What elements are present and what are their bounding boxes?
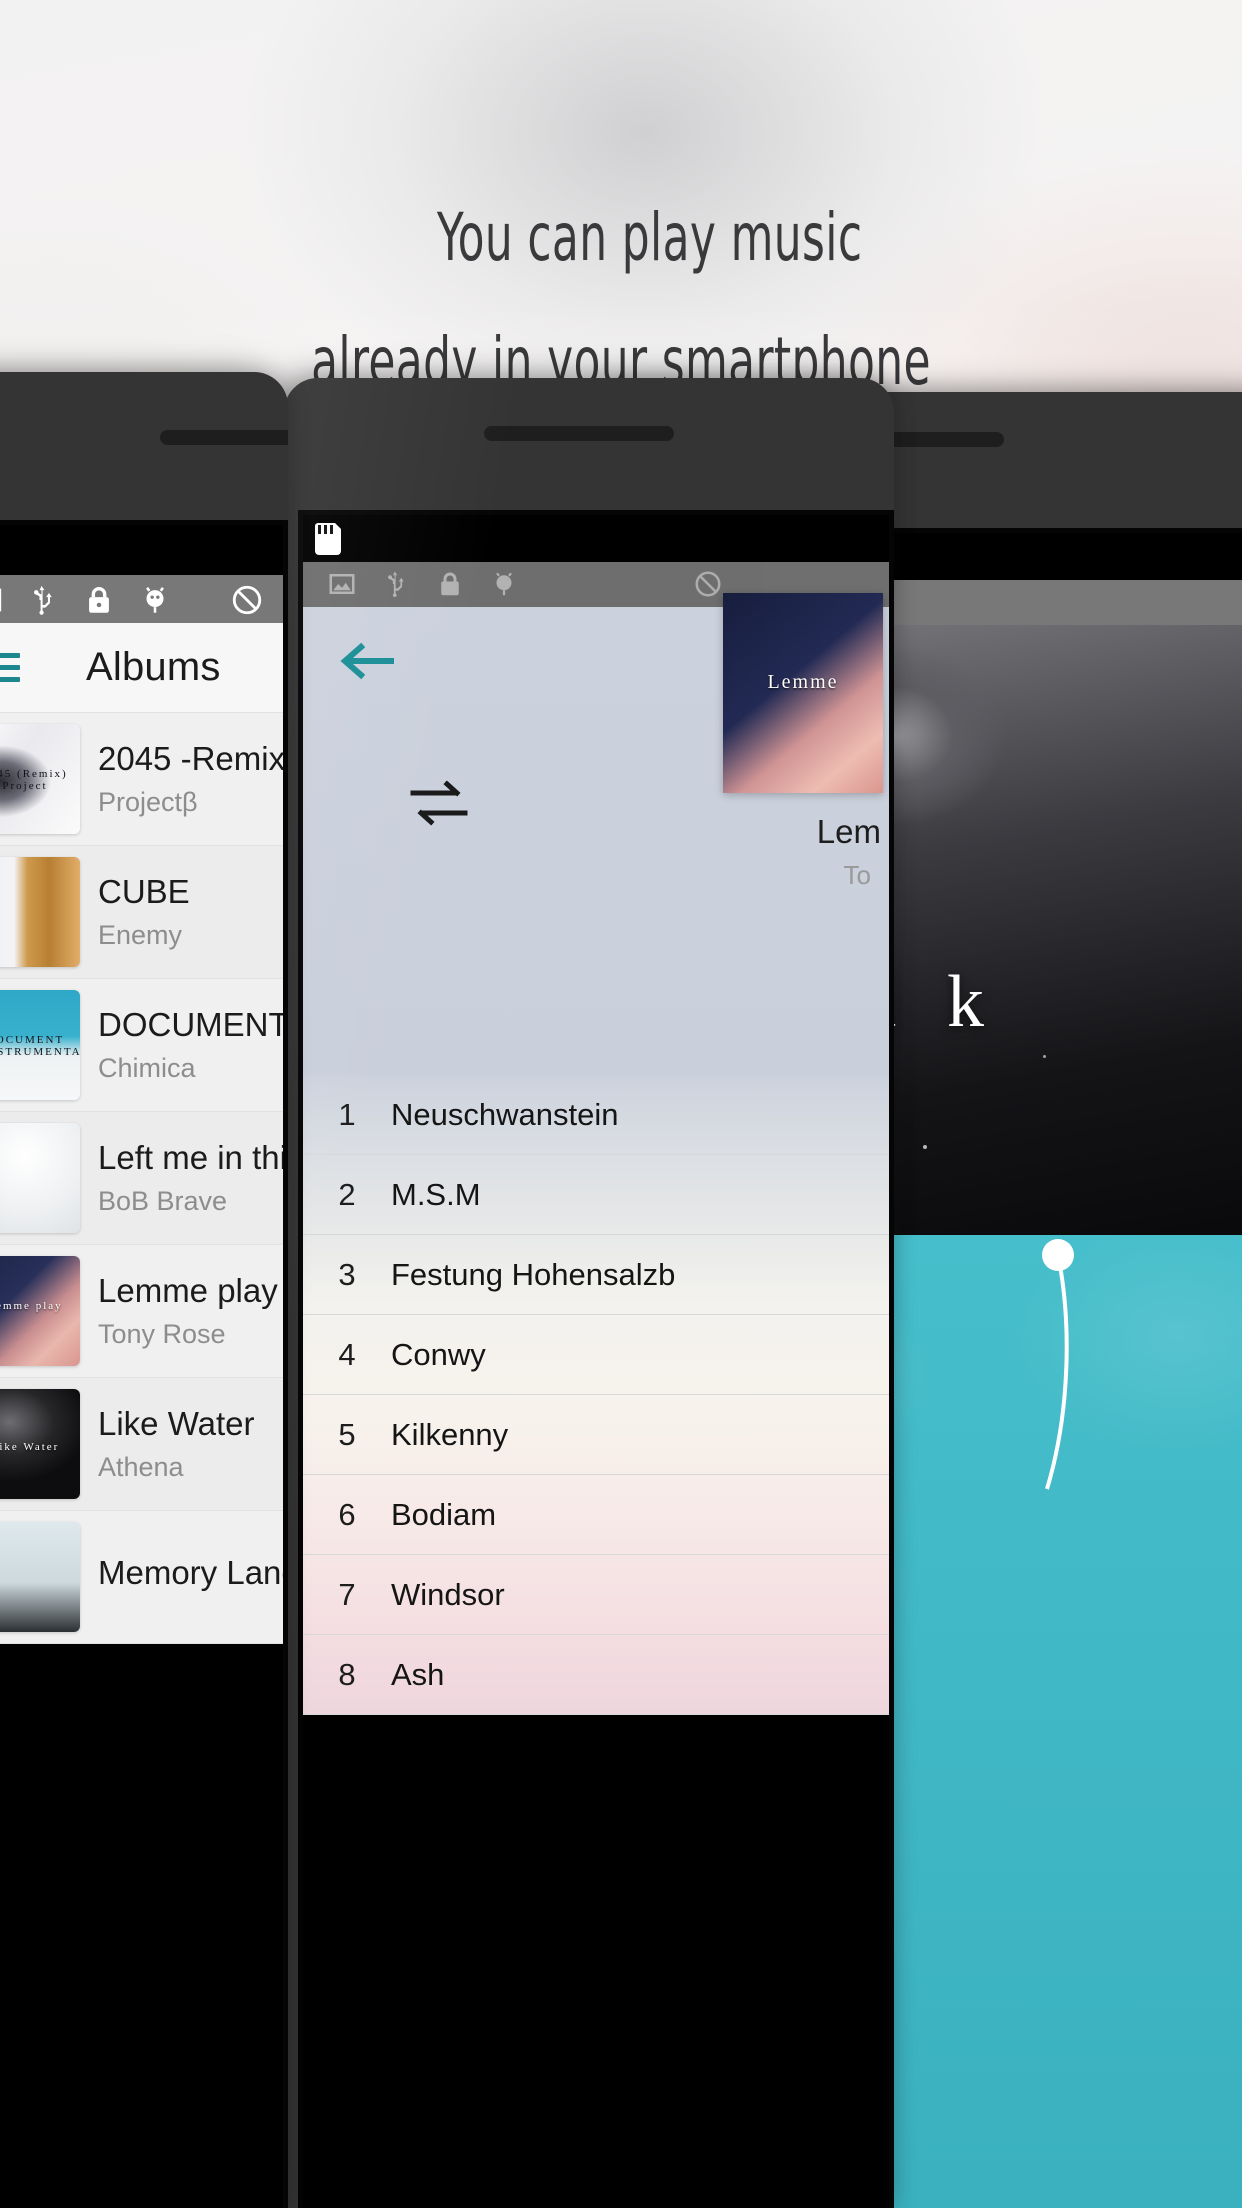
album-text: Memory Lane [98, 1554, 283, 1601]
track-number: 8 [338, 1656, 356, 1692]
track-row[interactable]: 1 Neuschwanstein [303, 1075, 889, 1155]
list-item[interactable]: 2045 (Remix) Project 2045 -Remix- Projectβ [0, 713, 283, 846]
track-name: Bodiam [391, 1496, 497, 1532]
headline-line-1: You can play music [436, 199, 863, 276]
track-row[interactable]: 8 Ash [303, 1635, 889, 1715]
android-icon [146, 587, 164, 613]
album-artist: Projectβ [98, 787, 198, 817]
track-row[interactable]: 3 Festung Hohensalzb [303, 1235, 889, 1315]
album-title: Lem [816, 813, 881, 850]
artwork-label: Like Water [0, 1441, 60, 1453]
album-title: Like Water [98, 1405, 255, 1442]
album-title: Memory Lane [98, 1553, 283, 1591]
app-bar-title: Albums [86, 645, 221, 689]
app-bar: Albums [0, 623, 283, 713]
album-text: Left me in this to BoB Brave [98, 1139, 283, 1217]
album-text: CUBE Enemy [98, 873, 190, 951]
no-sound-icon [695, 571, 721, 597]
track-number: 1 [338, 1096, 356, 1132]
album-text: 2045 -Remix- Projectβ [98, 740, 283, 818]
album-text: Lemme play Tony Rose [98, 1272, 278, 1350]
image-icon [0, 588, 2, 612]
sd-card-icon [315, 522, 342, 555]
track-number: 3 [338, 1256, 356, 1292]
track-name: Ash [391, 1656, 445, 1692]
track-row[interactable]: 2 M.S.M [303, 1155, 889, 1235]
album-list: 2045 (Remix) Project 2045 -Remix- Projectβ… [0, 713, 283, 1644]
phone-mockup-album: Lemme Lem To 1 Neuschwanstein 2 M.S.M 3 Festu… [284, 378, 894, 2208]
album-title: Left me in this to [98, 1139, 283, 1176]
hamburger-menu-icon[interactable] [0, 646, 20, 689]
list-item[interactable]: Lemme play Lemme play Tony Rose [0, 1245, 283, 1378]
album-artist: Chimica [98, 1053, 196, 1083]
list-item[interactable]: Memory Lane [0, 1511, 283, 1644]
track-name: Festung Hohensalzb [391, 1256, 676, 1292]
track-row[interactable]: 4 Conwy [303, 1315, 889, 1395]
artwork-label: DOCUMENT (INSTRUMENTAL) [0, 1034, 80, 1058]
album-artist: Athena [98, 1452, 184, 1482]
list-item[interactable]: Like Water Like Water Athena [0, 1378, 283, 1511]
track-row[interactable]: 6 Bodiam [303, 1475, 889, 1555]
track-name: Conwy [391, 1336, 486, 1372]
notification-bar [0, 575, 283, 623]
track-row[interactable]: 7 Windsor [303, 1555, 889, 1635]
album-artwork: 2045 (Remix) Project [0, 724, 80, 834]
lock-icon [441, 572, 459, 596]
artwork-label: 2045 (Remix) Project [0, 768, 68, 792]
phone-mockup-albums-list: Albums 2045 (Remix) Project 2045 -Remix- P… [0, 372, 288, 2208]
list-item[interactable]: DOCUMENT (INSTRUMENTAL) DOCUMENT -INS Chim… [0, 979, 283, 1112]
album-artwork: Lemme [723, 593, 883, 793]
system-status-bar [0, 525, 283, 575]
phone-screen-album: Lemme Lem To 1 Neuschwanstein 2 M.S.M 3 Festu… [303, 515, 889, 2208]
track-name: Kilkenny [391, 1416, 509, 1452]
no-sound-icon [232, 585, 262, 615]
album-artwork: Like Water [0, 1389, 80, 1499]
album-title: CUBE [98, 873, 190, 910]
track-number: 7 [338, 1576, 356, 1612]
album-artist: BoB Brave [98, 1186, 228, 1216]
album-text: DOCUMENT -INS Chimica [98, 1006, 283, 1084]
usb-icon [34, 585, 52, 615]
back-arrow-icon[interactable] [339, 641, 395, 681]
track-name: Windsor [391, 1576, 505, 1612]
list-item[interactable]: Left me in this to BoB Brave [0, 1112, 283, 1245]
usb-icon [388, 571, 404, 598]
album-artist: Tony Rose [98, 1319, 226, 1349]
album-artist: Enemy [98, 920, 183, 950]
track-number: 6 [338, 1496, 356, 1532]
album-artwork [0, 857, 80, 967]
shuffle-icon[interactable] [407, 777, 471, 829]
album-artist: To [843, 860, 871, 890]
album-title: Lemme play [98, 1272, 278, 1309]
track-name: M.S.M [391, 1176, 481, 1212]
album-title: DOCUMENT -INS [98, 1006, 283, 1043]
album-artwork [0, 1522, 80, 1632]
track-number: 4 [338, 1336, 356, 1372]
screenshot-stage: You can play music already in your smart… [0, 0, 1242, 2208]
earpiece-speaker [160, 430, 288, 445]
phone-screen-albums: Albums 2045 (Remix) Project 2045 -Remix- P… [0, 525, 283, 2208]
track-row[interactable]: 5 Kilkenny [303, 1395, 889, 1475]
artwork-label: Lemme play [0, 1300, 63, 1312]
track-name: Neuschwanstein [391, 1096, 619, 1132]
album-artwork: DOCUMENT (INSTRUMENTAL) [0, 990, 80, 1100]
artwork-label: Lemme [767, 671, 839, 693]
album-header: Lemme Lem To [303, 593, 889, 1075]
track-number: 5 [338, 1416, 356, 1452]
lock-icon [89, 587, 109, 613]
album-title: 2045 -Remix- [98, 740, 283, 777]
track-list: 1 Neuschwanstein 2 M.S.M 3 Festung Hohensalzb… [303, 1075, 889, 1715]
system-status-bar [303, 515, 889, 562]
list-item[interactable]: CUBE Enemy [0, 846, 283, 979]
album-artwork [0, 1123, 80, 1233]
album-artwork: Lemme play [0, 1256, 80, 1366]
image-icon [329, 574, 355, 594]
android-icon [496, 572, 512, 596]
track-number: 2 [338, 1176, 356, 1212]
earpiece-speaker [484, 426, 674, 441]
album-text: Like Water Athena [98, 1405, 255, 1483]
